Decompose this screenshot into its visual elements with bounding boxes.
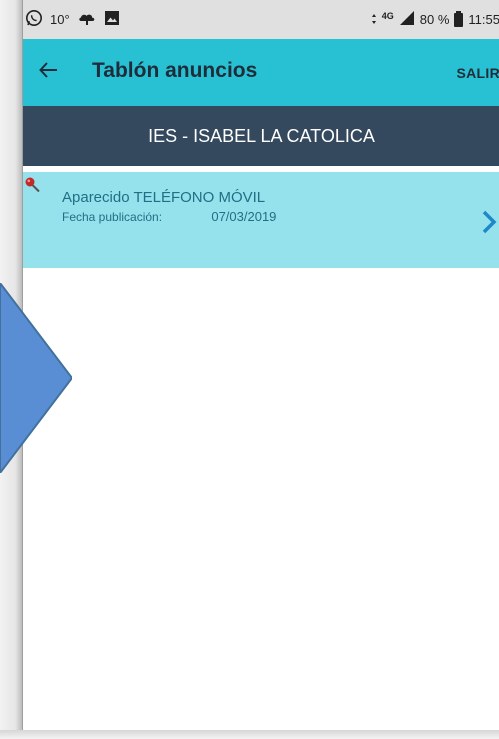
network-type: 4G <box>381 10 394 21</box>
publication-date-value: 07/03/2019 <box>211 209 277 224</box>
back-arrow-icon[interactable] <box>37 58 61 82</box>
publication-date-label: Fecha publicación: <box>62 210 163 224</box>
image-icon <box>104 10 120 29</box>
status-right: 4G 80 % 11:55 <box>371 10 499 29</box>
app-bar: Tablón anuncios SALIR <box>23 39 499 106</box>
status-left: 10° <box>25 9 120 30</box>
announcement-item[interactable]: Aparecido TELÉFONO MÓVIL Fecha publicaci… <box>23 172 499 268</box>
battery-percent: 80 % <box>419 12 450 27</box>
clock-time: 11:55 <box>468 12 499 27</box>
announcement-date-row: Fecha publicación: 07/03/2019 <box>62 209 276 224</box>
announcement-title: Aparecido TELÉFONO MÓVIL <box>62 189 266 206</box>
status-bar: 10° 4G 80 % 11:55 <box>23 0 499 39</box>
exit-button[interactable]: SALIR <box>457 65 499 81</box>
school-name: IES - ISABEL LA CATOLICA <box>148 126 375 146</box>
data-arrows-icon <box>371 12 377 28</box>
bottom-shadow <box>0 730 499 739</box>
screenshot-frame: 10° 4G 80 % 11:55 Tablón anuncios SALIR … <box>0 0 499 739</box>
chevron-right-icon[interactable] <box>481 209 497 235</box>
whatsapp-icon <box>25 9 43 30</box>
battery-icon <box>454 10 464 27</box>
pin-icon <box>25 177 40 193</box>
school-header: IES - ISABEL LA CATOLICA <box>23 106 499 166</box>
phone-screen: 10° 4G 80 % 11:55 Tablón anuncios SALIR … <box>22 0 499 733</box>
pointer-arrow-shape <box>0 283 72 473</box>
signal-icon <box>399 10 415 29</box>
weather-icon <box>77 10 97 29</box>
page-title: Tablón anuncios <box>92 59 258 82</box>
temperature-text: 10° <box>50 12 70 27</box>
